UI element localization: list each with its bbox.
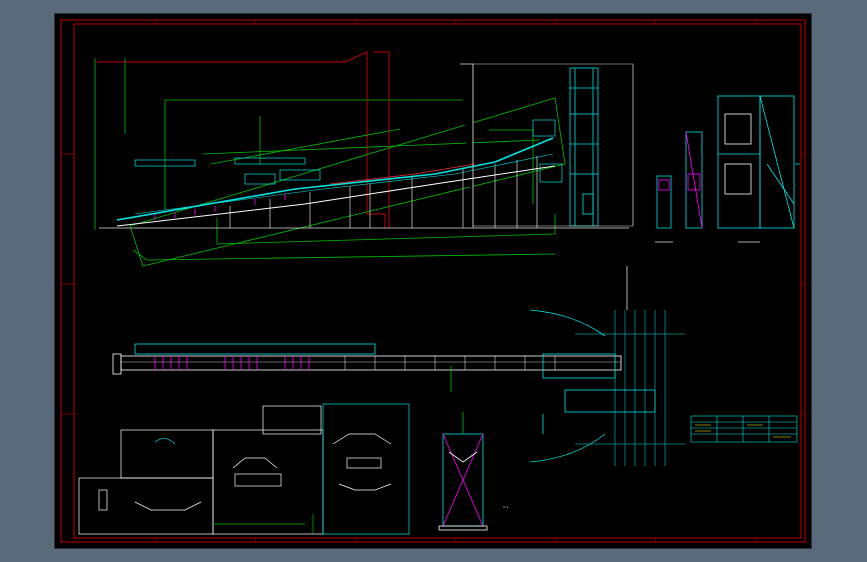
title-block (690, 415, 798, 443)
cross-section (438, 412, 488, 531)
belt-lower (116, 165, 556, 227)
border-ticks (61, 20, 805, 542)
conveyor-plan (112, 266, 685, 466)
conveyor-elevation (94, 58, 634, 267)
side-section-b (685, 131, 703, 229)
note-mark: 1:1 (503, 505, 509, 509)
building-grid (472, 63, 634, 227)
head-tower (569, 67, 599, 227)
drawing-border-inner (73, 23, 802, 539)
idler-ticks (154, 194, 286, 220)
cad-viewport[interactable]: 1:1 (0, 0, 867, 562)
cad-drawing: 1:1 (60, 19, 806, 543)
side-section-d (759, 95, 800, 229)
drawing-border-outer (60, 19, 806, 543)
side-section-c (717, 95, 761, 243)
building-outline (97, 51, 390, 228)
detail-views (78, 403, 410, 535)
support-columns (99, 63, 629, 229)
side-section-a (655, 175, 673, 243)
drawing-canvas[interactable]: 1:1 (55, 14, 811, 548)
